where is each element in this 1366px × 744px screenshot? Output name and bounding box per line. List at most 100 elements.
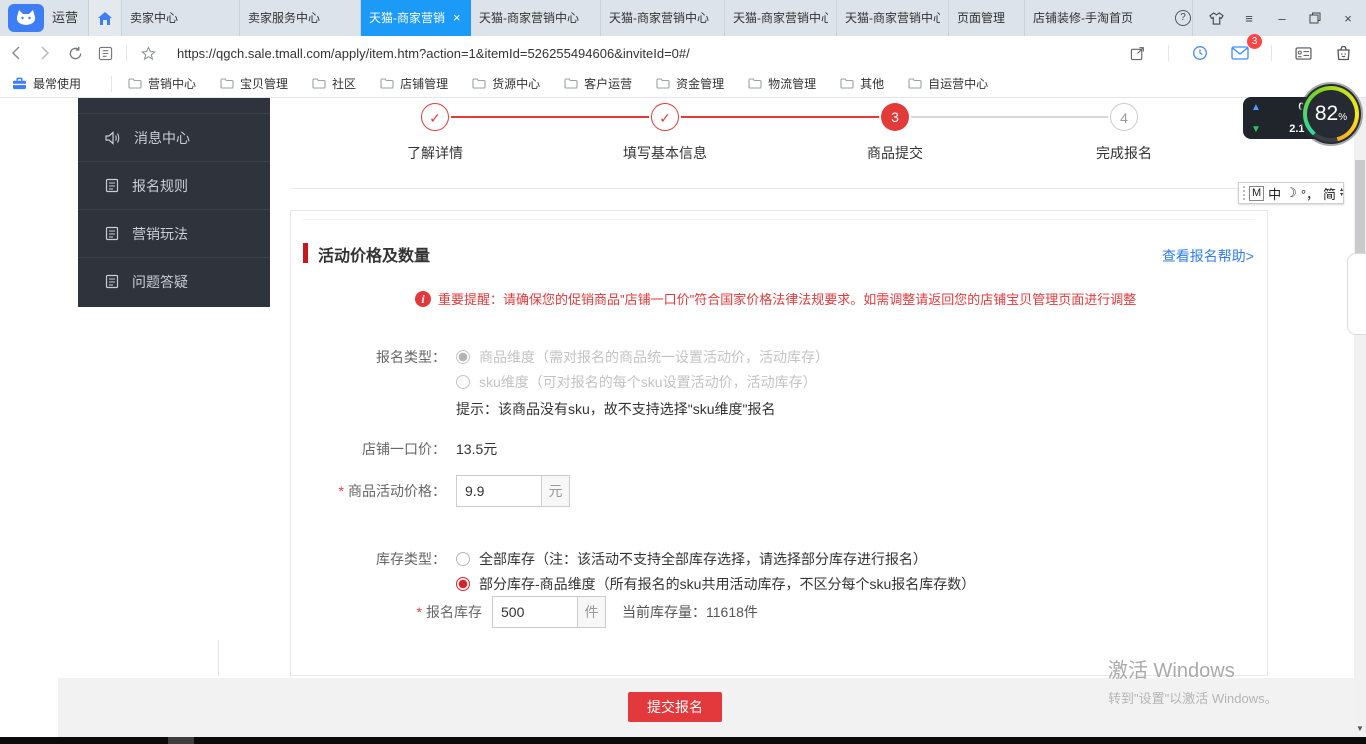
folder-icon bbox=[840, 78, 854, 89]
scroll-down-arrow[interactable]: ▼ bbox=[1354, 724, 1366, 733]
restore-button[interactable] bbox=[1303, 6, 1327, 30]
tab[interactable]: 天猫-商家营销中心 bbox=[837, 0, 949, 36]
unit-addon-piece: 件 bbox=[577, 596, 606, 628]
side-panel-handle[interactable] bbox=[1347, 253, 1366, 335]
bookmark-folder[interactable]: 店铺管理 bbox=[380, 75, 448, 92]
step-label: 完成报名 bbox=[1054, 143, 1194, 163]
folder-icon bbox=[128, 78, 142, 89]
home-tab[interactable] bbox=[88, 0, 122, 36]
step-label: 填写基本信息 bbox=[595, 143, 735, 163]
tab[interactable]: 页面管理 bbox=[949, 0, 1025, 36]
mail-button[interactable]: 3 bbox=[1225, 39, 1255, 67]
unit-addon-yuan: 元 bbox=[541, 475, 570, 507]
bookmark-folder[interactable]: 客户运营 bbox=[564, 75, 632, 92]
browser-brand-label: 运营 bbox=[52, 0, 78, 36]
menu-button[interactable]: ≡ bbox=[1237, 6, 1261, 30]
url-text[interactable]: https://qgch.sale.tmall.com/apply/item.h… bbox=[177, 46, 690, 61]
step-label: 了解详情 bbox=[365, 143, 505, 163]
divider bbox=[1168, 45, 1169, 61]
radio-label[interactable]: 部分库存-商品维度（所有报名的sku共用活动库存，不区分每个sku报名库存数） bbox=[479, 574, 975, 594]
help-link[interactable]: 查看报名帮助> bbox=[1162, 246, 1254, 266]
tab[interactable]: 卖家中心 bbox=[122, 0, 240, 36]
reader-mode-icon[interactable] bbox=[90, 39, 120, 67]
tab[interactable]: 卖家服务中心 bbox=[240, 0, 361, 36]
favorite-star-icon[interactable] bbox=[133, 39, 163, 67]
speaker-icon bbox=[105, 131, 121, 145]
ime-simplified-icon[interactable]: 简 bbox=[1323, 184, 1336, 203]
ime-punctuation-icon[interactable]: °， bbox=[1301, 184, 1319, 203]
bookmark-most-used[interactable]: 最常使用 bbox=[12, 75, 81, 92]
sidebar-item-message-center[interactable]: 消息中心 bbox=[78, 114, 270, 161]
sidebar-item-marketing-play[interactable]: 营销玩法 bbox=[78, 210, 270, 257]
help-button[interactable]: ? bbox=[1171, 6, 1195, 30]
activity-price-panel: 活动价格及数量 查看报名帮助> i 重要提醒：请确保您的促销商品"店铺一口价"符… bbox=[290, 210, 1268, 676]
ime-expand-icon[interactable]: ▴▾ bbox=[1340, 188, 1343, 198]
submit-button[interactable]: 提交报名 bbox=[628, 692, 722, 722]
ime-chinese-icon[interactable]: 中 bbox=[1268, 184, 1281, 203]
taskbar-edge[interactable] bbox=[0, 737, 1366, 744]
field-label: 店铺一口价： bbox=[291, 439, 446, 459]
ime-fullwidth-moon-icon[interactable]: ☽ bbox=[1285, 185, 1297, 201]
folder-icon bbox=[472, 78, 486, 89]
mail-badge: 3 bbox=[1247, 34, 1262, 49]
radio-all-stock[interactable] bbox=[456, 552, 470, 566]
sidebar-item-faq[interactable]: 问题答疑 bbox=[78, 258, 270, 305]
page-content: 消息中心 报名规则 营销玩法 问题答疑 ✓ ✓ 3 bbox=[0, 98, 1366, 737]
apply-stock-row: *报名库存 件 当前库存量：11618件 bbox=[291, 596, 1267, 628]
activity-price-input[interactable] bbox=[456, 475, 542, 507]
refresh-button[interactable] bbox=[60, 39, 90, 67]
bookmark-folder[interactable]: 货源中心 bbox=[472, 75, 540, 92]
bookmark-folder[interactable]: 自运营中心 bbox=[908, 75, 988, 92]
bookmark-folder[interactable]: 物流管理 bbox=[748, 75, 816, 92]
card-panel-icon[interactable] bbox=[1288, 39, 1318, 67]
tab[interactable]: 天猫-商家营销中心 bbox=[471, 0, 601, 36]
tmall-logo-icon[interactable] bbox=[8, 4, 44, 32]
apply-type-row2: sku维度（可对报名的每个sku设置活动价，活动库存） bbox=[291, 372, 1267, 392]
report-clock-icon[interactable] bbox=[1185, 39, 1215, 67]
bookmark-folder[interactable]: 资金管理 bbox=[656, 75, 724, 92]
stock-type-row: 库存类型： 全部库存（注：该活动不支持全部库存选择，请选择部分库存进行报名） bbox=[291, 549, 1267, 569]
document-icon bbox=[105, 178, 119, 193]
home-icon bbox=[97, 11, 113, 26]
minimize-button[interactable]: – bbox=[1270, 6, 1294, 30]
folder-icon bbox=[748, 78, 762, 89]
bookmark-folder[interactable]: 其他 bbox=[840, 75, 884, 92]
shopping-bag-icon[interactable] bbox=[1328, 39, 1358, 67]
apply-stock-input[interactable] bbox=[492, 596, 578, 628]
tab[interactable]: 天猫-商家营销中心 bbox=[601, 0, 725, 36]
folder-icon bbox=[312, 78, 326, 89]
back-button[interactable] bbox=[0, 39, 30, 67]
share-icon[interactable] bbox=[1122, 39, 1152, 67]
bookmark-folder[interactable]: 社区 bbox=[312, 75, 356, 92]
required-asterisk: * bbox=[339, 483, 344, 499]
tab-active[interactable]: 天猫-商家营销× bbox=[361, 0, 471, 36]
download-arrow-icon: ▼ bbox=[1251, 124, 1261, 135]
stock-type-row2: 部分库存-商品维度（所有报名的sku共用活动库存，不区分每个sku报名库存数） bbox=[291, 574, 1267, 594]
radio-label: sku维度（可对报名的每个sku设置活动价，活动库存） bbox=[479, 372, 817, 392]
tab[interactable]: 店铺装修-手淘首页 bbox=[1025, 0, 1193, 36]
memory-usage-widget[interactable]: 82% bbox=[1301, 84, 1361, 144]
forward-button[interactable] bbox=[30, 39, 60, 67]
tab-close-icon[interactable]: × bbox=[453, 0, 461, 36]
page-scrollbar[interactable]: ▼ bbox=[1354, 98, 1366, 737]
close-window-button[interactable]: × bbox=[1336, 6, 1360, 30]
current-stock-text: 当前库存量：11618件 bbox=[622, 602, 758, 622]
ime-drag-handle[interactable] bbox=[1243, 186, 1245, 200]
divider bbox=[1271, 45, 1272, 61]
sidebar-item-rules[interactable]: 报名规则 bbox=[78, 162, 270, 209]
document-icon bbox=[105, 226, 119, 241]
bookmark-folder[interactable]: 宝贝管理 bbox=[220, 75, 288, 92]
briefcase-icon bbox=[12, 77, 27, 90]
radio-partial-stock[interactable] bbox=[456, 577, 470, 591]
ime-status-bar[interactable]: M 中 ☽ °， 简 ▴▾ bbox=[1238, 182, 1344, 204]
folder-icon bbox=[656, 78, 670, 89]
section-accent-bar bbox=[303, 243, 308, 263]
tab[interactable]: 天猫-商家营销中心 bbox=[725, 0, 837, 36]
activity-price-row: *商品活动价格： 元 bbox=[291, 475, 1267, 507]
bookmark-folder[interactable]: 营销中心 bbox=[128, 75, 196, 92]
sku-hint-text: 提示：该商品没有sku，故不支持选择"sku维度"报名 bbox=[456, 399, 776, 419]
radio-label[interactable]: 全部库存（注：该活动不支持全部库存选择，请选择部分库存进行报名） bbox=[479, 549, 927, 569]
skin-button[interactable] bbox=[1204, 6, 1228, 30]
ime-mode-icon[interactable]: M bbox=[1249, 186, 1264, 201]
folder-icon bbox=[564, 78, 578, 89]
